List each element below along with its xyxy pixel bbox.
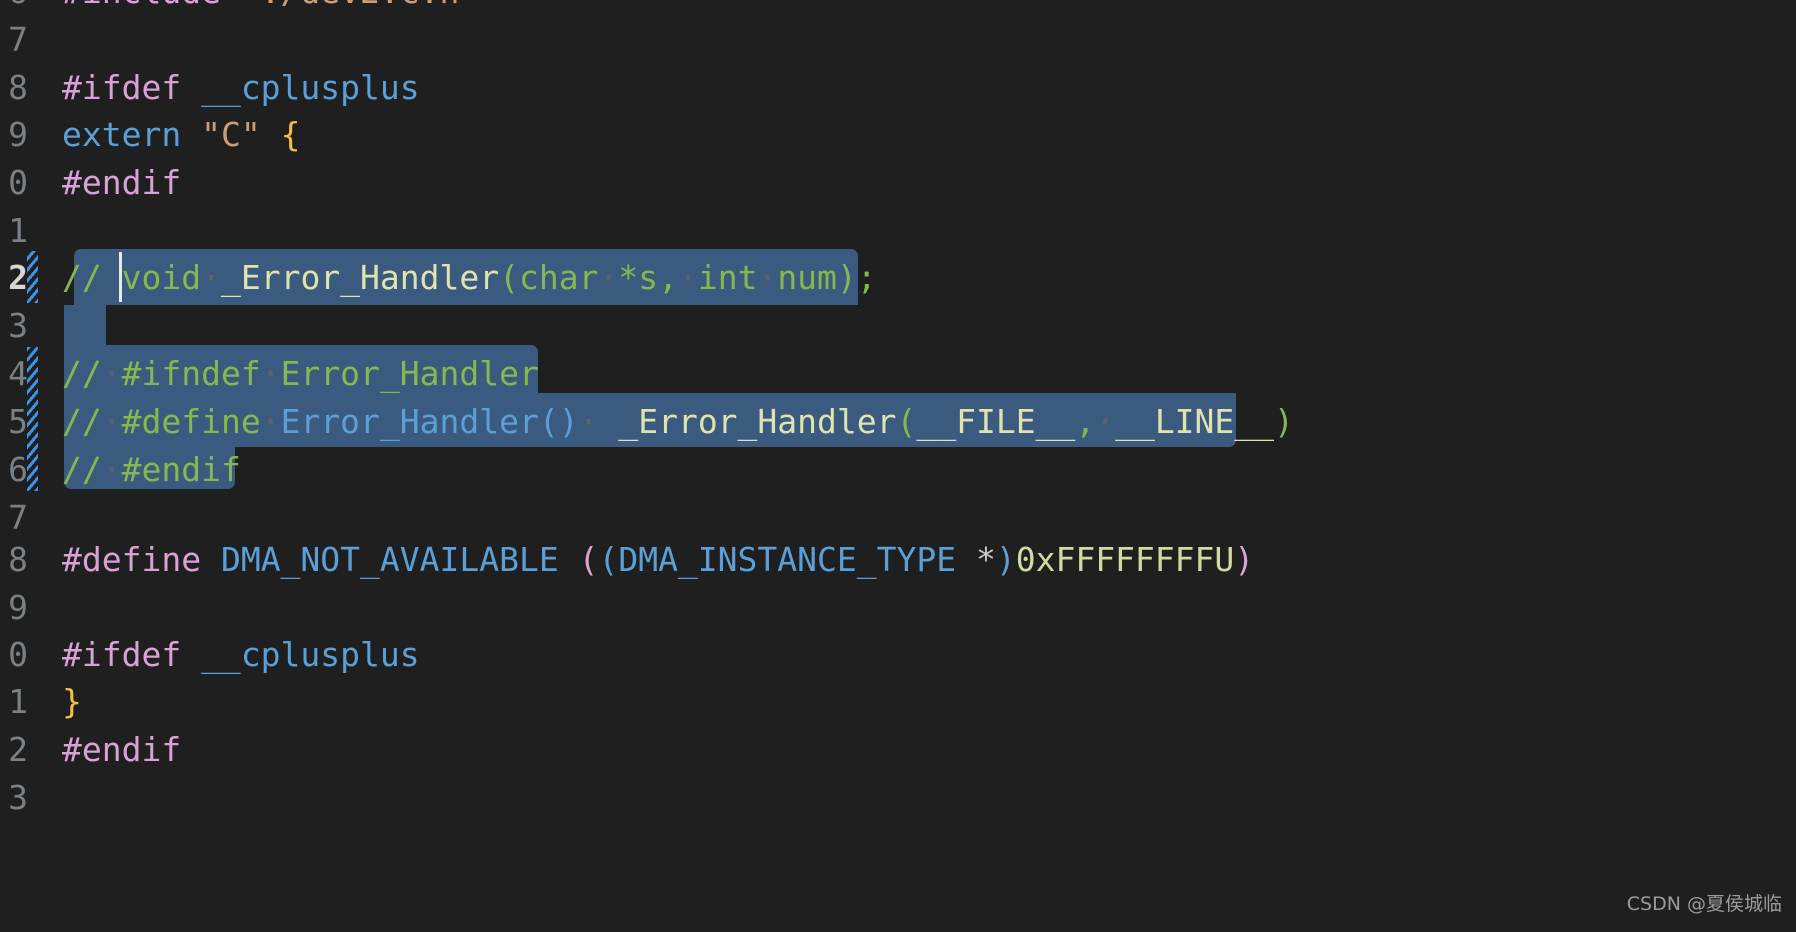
- code-line-18[interactable]: #define DMA_NOT_AVAILABLE ((DMA_INSTANCE…: [62, 532, 1254, 587]
- token-comment: //: [62, 354, 102, 393]
- change-marker-lines-14-16[interactable]: [27, 347, 38, 491]
- token-string: "./dev2.c.h": [241, 0, 479, 11]
- line-number: 3: [8, 306, 28, 345]
- token-operator: *: [975, 540, 996, 579]
- token-string: "C": [201, 115, 261, 154]
- token-whitespace-dot: ·: [101, 450, 122, 489]
- token-comment: #define: [121, 402, 261, 441]
- line-number: 0: [8, 163, 28, 202]
- token-whitespace-dot: ·: [677, 258, 698, 297]
- line-number: 6: [8, 450, 28, 489]
- code-line-9[interactable]: extern "C" {: [62, 107, 300, 162]
- token-comment: (char: [499, 258, 599, 297]
- token-whitespace-dot: ·: [598, 258, 619, 297]
- line-number: 2: [8, 730, 28, 769]
- token-brace: }: [62, 682, 82, 721]
- token-brace: {: [280, 115, 301, 154]
- token-whitespace-dot: ·: [578, 402, 599, 441]
- token-whitespace-dot: ·: [201, 258, 221, 297]
- line-number: 4: [8, 354, 28, 393]
- token-preproc: #ifdef: [62, 635, 202, 674]
- token-paren: ): [1234, 540, 1255, 579]
- token-macro: __FILE__: [916, 402, 1076, 441]
- token-preproc: #define: [62, 540, 221, 579]
- token-preproc: #ifdef: [62, 68, 202, 107]
- watermark: CSDN @夏侯城临: [1626, 893, 1782, 915]
- code-line-12[interactable]: // void·_Error_Handler(char·*s,·int·num)…: [62, 250, 877, 305]
- token-whitespace-dot: ·: [260, 402, 281, 441]
- token-comment: *s,: [618, 258, 678, 297]
- line-number: 7: [8, 20, 28, 59]
- code-line-21[interactable]: }: [62, 674, 82, 729]
- token-whitespace-dot: ·: [1095, 402, 1116, 441]
- token-macro: __LINE__: [1115, 402, 1275, 441]
- token-comment: //: [62, 258, 122, 297]
- line-number: 1: [8, 682, 28, 721]
- token-whitespace-dot: ·: [101, 354, 122, 393]
- line-number: 9: [8, 115, 28, 154]
- token-comment: int: [697, 258, 758, 297]
- token-comment: void: [121, 258, 202, 297]
- token-number: 0xFFFFFFFFU: [1015, 540, 1235, 579]
- token-comment: //: [62, 450, 102, 489]
- token-comment: ): [1274, 402, 1294, 441]
- code-line-6[interactable]: #include "./dev2.c.h": [62, 0, 479, 19]
- token-comment: Error_Handler: [280, 354, 539, 393]
- token-paren: ): [995, 540, 1016, 579]
- code-line-10[interactable]: #endif: [62, 155, 181, 210]
- token-whitespace-dot: ·: [101, 402, 122, 441]
- code-line-14[interactable]: //·#ifndef·Error_Handler: [62, 346, 539, 401]
- token-preproc: #endif: [62, 163, 182, 202]
- text-caret: [119, 252, 122, 302]
- token-keyword: __cplusplus: [201, 68, 420, 107]
- token-paren: (DMA_INSTANCE_TYPE: [598, 540, 957, 579]
- code-line-20[interactable]: #ifdef __cplusplus: [62, 627, 420, 682]
- change-marker-line-12[interactable]: [27, 251, 38, 303]
- token-preproc: #include: [62, 0, 241, 11]
- code-content[interactable]: #include "./dev2.c.h" #ifdef __cplusplus…: [46, 0, 1796, 932]
- code-line-15[interactable]: //·#define·Error_Handler()· _Error_Handl…: [62, 394, 1294, 449]
- token-comment: (: [896, 402, 917, 441]
- line-number: 3: [8, 778, 28, 817]
- code-editor[interactable]: #include "./dev2.c.h" #ifdef __cplusplus…: [0, 0, 1796, 932]
- code-line-22[interactable]: #endif: [62, 722, 181, 777]
- token-comment: #endif: [121, 450, 241, 489]
- line-number: 5: [8, 402, 28, 441]
- token-macro-name: Error_Handler(): [280, 402, 579, 441]
- code-line-16[interactable]: //·#endif: [62, 442, 241, 497]
- line-number-gutter[interactable]: 6 7 8 9 0 1 2 3 4 5 6 7 8 9 0 1 2 3: [0, 0, 46, 932]
- token-keyword: __cplusplus: [201, 635, 420, 674]
- line-number: 8: [8, 540, 28, 579]
- token-whitespace-dot: ·: [757, 258, 778, 297]
- token-macro: _Error_Handler: [618, 402, 897, 441]
- token-comment: //: [62, 402, 102, 441]
- token-comment: #ifndef: [121, 354, 261, 393]
- token-comment: num);: [777, 258, 877, 297]
- token-preproc: #endif: [62, 730, 182, 769]
- token-keyword: extern: [62, 115, 202, 154]
- token-macro-name: DMA_NOT_AVAILABLE: [220, 540, 559, 579]
- token-paren: (: [578, 540, 599, 579]
- token-whitespace-dot: ·: [260, 354, 281, 393]
- line-number-active: 2: [8, 258, 28, 297]
- token-macro: _Error_Handler: [220, 258, 500, 297]
- token-comment: ,: [1075, 402, 1096, 441]
